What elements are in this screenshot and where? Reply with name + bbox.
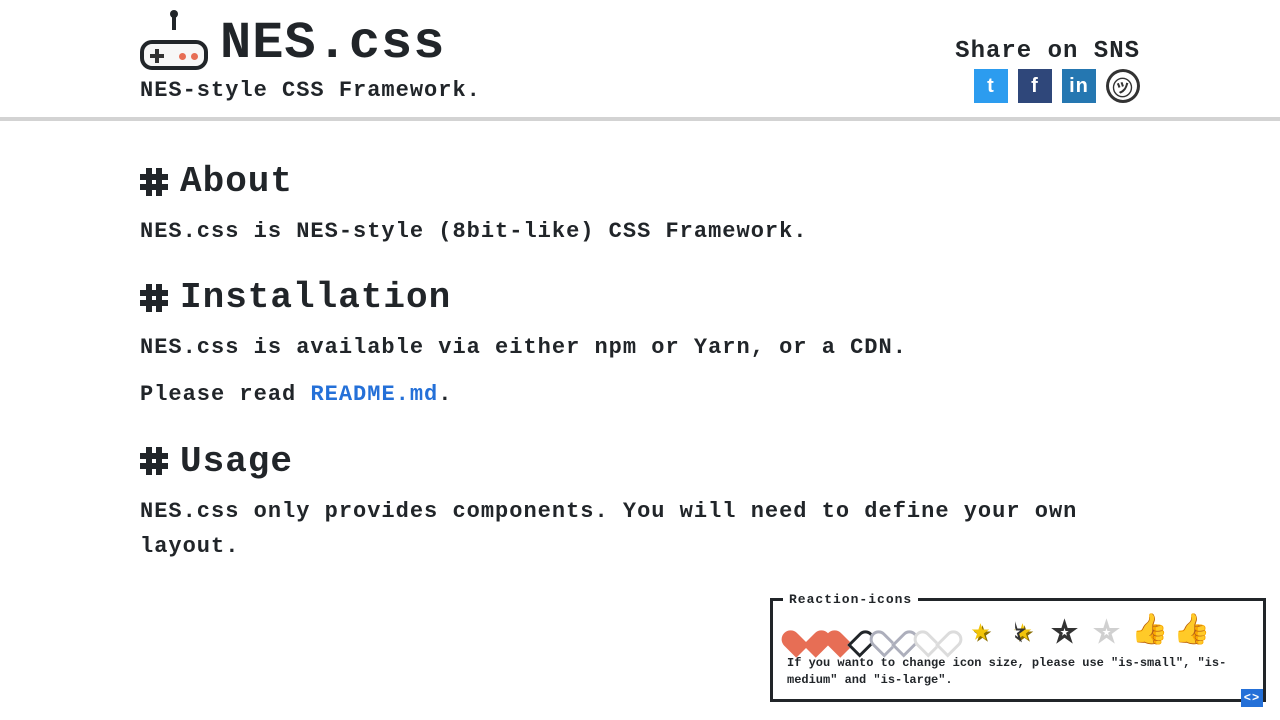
section-heading: Installation xyxy=(180,277,451,318)
section-heading: About xyxy=(180,161,293,202)
panel-note: If you wanto to change icon size, please… xyxy=(787,655,1249,689)
linkedin-icon[interactable]: in xyxy=(1062,69,1096,103)
share-block: Share on SNS t f in ㋡ xyxy=(955,38,1260,103)
section-body: NES.css is NES-style (8bit-like) CSS Fra… xyxy=(140,214,1140,249)
page-subtitle: NES-style CSS Framework. xyxy=(140,78,481,103)
hash-icon[interactable] xyxy=(140,168,168,196)
section-body: NES.css only provides components. You wi… xyxy=(140,494,1140,564)
page-title: NES.css xyxy=(220,18,445,70)
snes-controller-icon xyxy=(140,24,208,70)
twitter-icon[interactable]: t xyxy=(974,69,1008,103)
section-body: Please read README.md. xyxy=(140,377,1140,412)
section-body: NES.css is available via either npm or Y… xyxy=(140,330,1140,365)
heart-transparent-icon xyxy=(919,615,957,649)
section-heading: Usage xyxy=(180,441,293,482)
share-label: Share on SNS xyxy=(955,38,1140,65)
star-full-icon: ★ xyxy=(963,615,999,649)
reaction-icons-panel: Reaction-icons ★ ★ ★ ★ 👍 👍 If you wanto … xyxy=(770,598,1266,702)
section-installation: Installation NES.css is available via ei… xyxy=(140,277,1140,412)
hash-icon[interactable] xyxy=(140,447,168,475)
star-transparent-icon: ★ xyxy=(1089,615,1125,649)
star-empty-icon: ★ xyxy=(1047,615,1083,649)
like-filled-icon: 👍 xyxy=(1131,615,1167,649)
brand-block: NES.css NES-style CSS Framework. xyxy=(140,18,481,103)
github-icon[interactable]: ㋡ xyxy=(1106,69,1140,103)
main-content: About NES.css is NES-style (8bit-like) C… xyxy=(0,121,1280,564)
section-about: About NES.css is NES-style (8bit-like) C… xyxy=(140,161,1140,249)
page-header: NES.css NES-style CSS Framework. Share o… xyxy=(0,0,1280,121)
star-half-icon: ★ xyxy=(1005,615,1041,649)
section-usage: Usage NES.css only provides components. … xyxy=(140,441,1140,564)
show-code-button[interactable]: <> xyxy=(1241,689,1263,707)
heart-empty-icon xyxy=(875,615,913,649)
heart-full-icon xyxy=(787,615,825,649)
hash-icon[interactable] xyxy=(140,284,168,312)
facebook-icon[interactable]: f xyxy=(1018,69,1052,103)
readme-link[interactable]: README.md xyxy=(310,382,438,407)
heart-half-icon xyxy=(831,615,869,649)
panel-icon-row: ★ ★ ★ ★ 👍 👍 xyxy=(787,615,1249,649)
panel-legend: Reaction-icons xyxy=(783,592,918,607)
like-empty-icon: 👍 xyxy=(1173,615,1209,649)
